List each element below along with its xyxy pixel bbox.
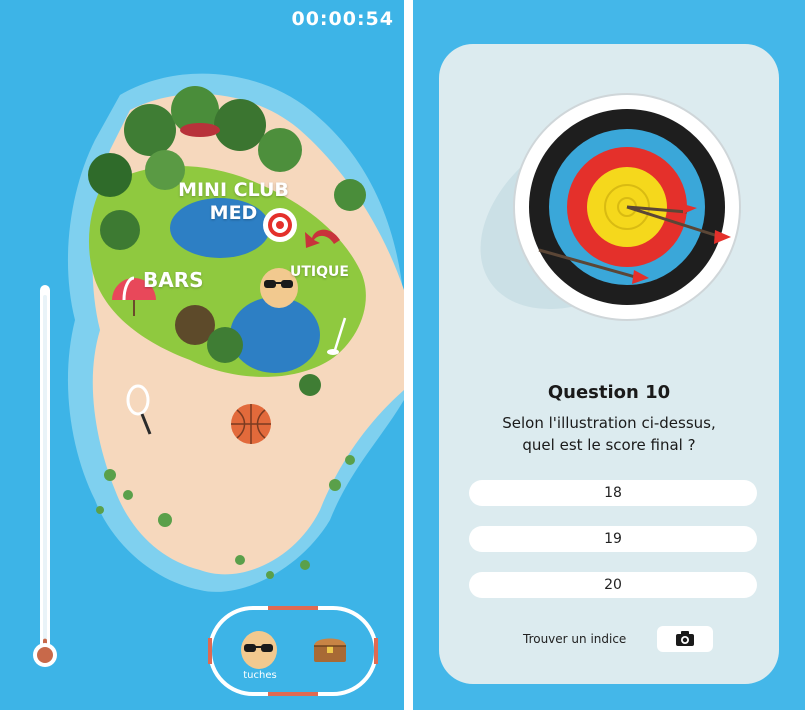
mini-club-label-line2: MED	[209, 202, 258, 224]
archery-target-illustration	[480, 93, 741, 321]
answer-option-3[interactable]: 20	[469, 572, 757, 598]
island-map[interactable]	[0, 0, 404, 710]
question-title: Question 10	[547, 382, 671, 403]
inventory-dock: tuches	[208, 606, 378, 696]
bars-label[interactable]: BARS	[143, 268, 204, 292]
quiz-panel: Question 10 Selon l'illustration ci-dess…	[413, 0, 805, 710]
game-timer: 00:00:54	[291, 8, 394, 30]
camera-icon	[676, 631, 694, 646]
mini-club-label[interactable]: MINI CLUB MED	[176, 179, 291, 225]
hint-label: Trouver un indice	[523, 632, 627, 646]
boat-icon	[180, 123, 220, 137]
question-text-line2: quel est le score final ?	[522, 436, 696, 454]
question-text-line1: Selon l'illustration ci-dessus,	[502, 414, 716, 432]
answer-option-1[interactable]: 18	[469, 480, 757, 506]
question-text: Selon l'illustration ci-dessus, quel est…	[459, 412, 759, 456]
hint-button[interactable]	[657, 626, 713, 652]
boutique-label[interactable]: UTIQUE	[290, 264, 349, 280]
mini-club-label-line1: MINI CLUB	[178, 179, 289, 201]
lagoon-bottom	[230, 297, 320, 373]
answer-option-2[interactable]: 19	[469, 526, 757, 552]
basketball-icon	[231, 404, 271, 444]
island-map-panel: 00:00:54 MINI CLUB MED BARS UTIQUE tuche…	[0, 0, 404, 710]
question-card: Question 10 Selon l'illustration ci-dess…	[439, 44, 779, 684]
dock-accent	[208, 606, 378, 696]
thermometer-gauge	[33, 285, 57, 667]
